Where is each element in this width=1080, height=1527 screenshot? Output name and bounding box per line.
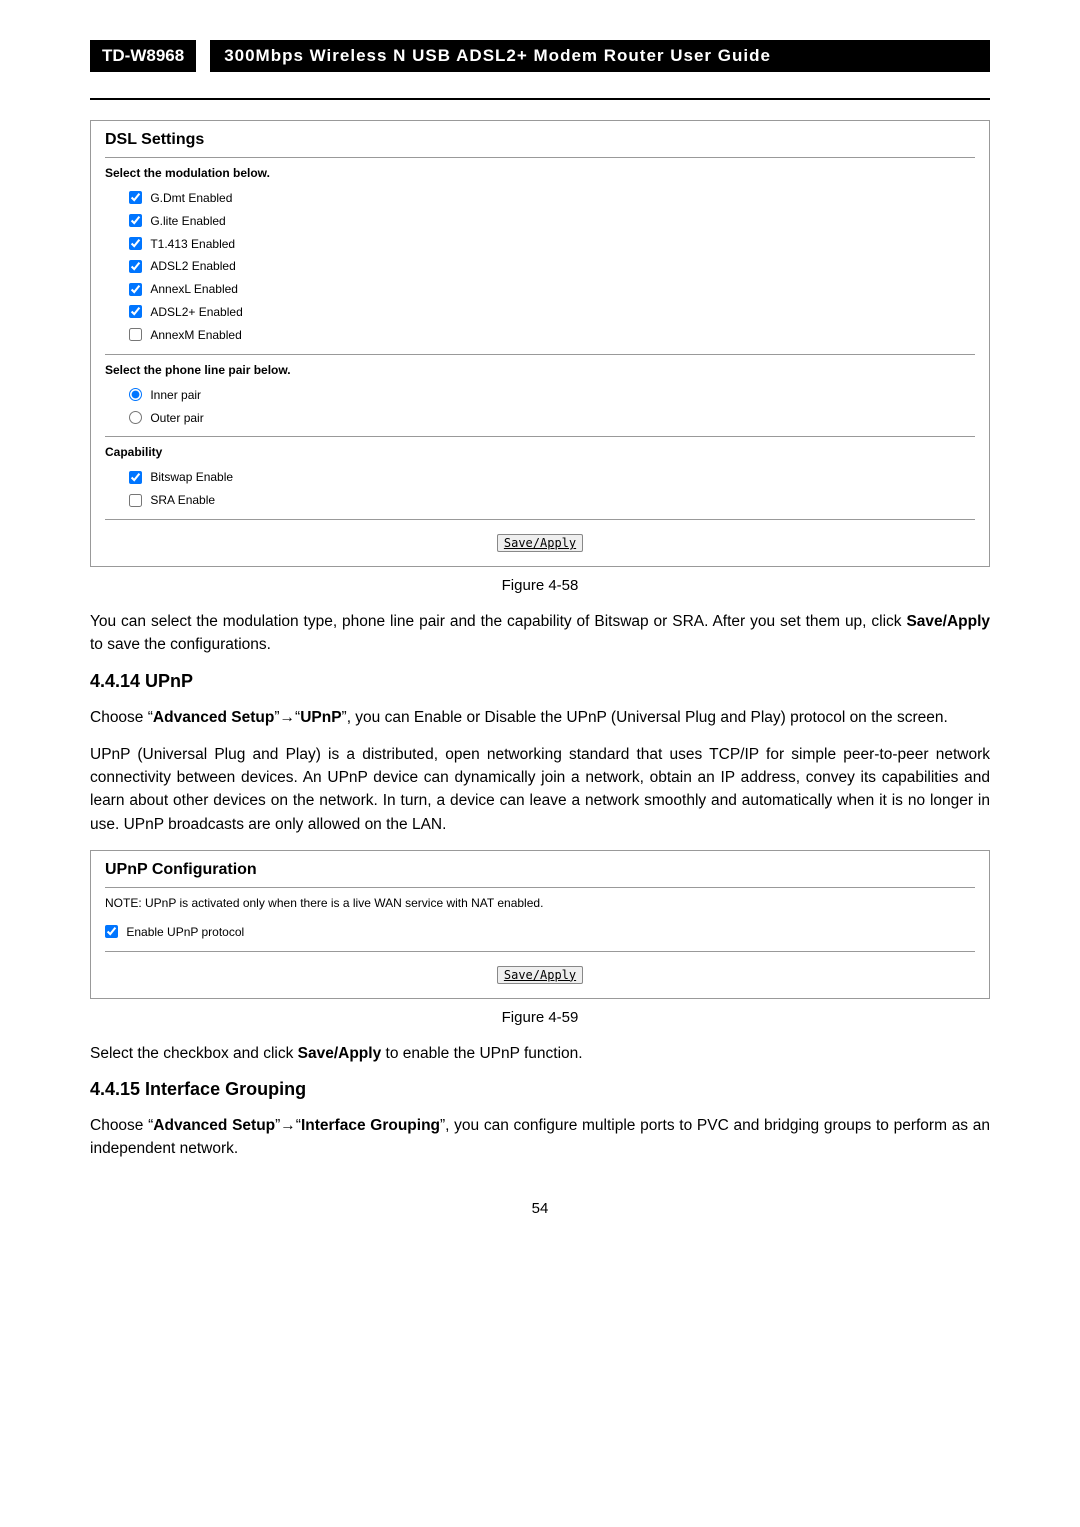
phone-outer-radio[interactable] <box>129 411 142 424</box>
cap-bitswap-row: Bitswap Enable <box>105 465 975 488</box>
upnp-panel-title: UPnP Configuration <box>105 861 975 879</box>
upnp-para: UPnP (Universal Plug and Play) is a dist… <box>90 743 990 836</box>
iface-choose-para: Choose “Advanced Setup”→“Interface Group… <box>90 1114 990 1161</box>
mod-annexl-label: AnnexL Enabled <box>150 282 238 296</box>
phone-inner-label: Inner pair <box>150 388 201 402</box>
cap-sra-label: SRA Enable <box>150 493 215 507</box>
mod-adsl2-checkbox[interactable] <box>129 260 142 273</box>
iface-choose-a: Choose “ <box>90 1117 153 1134</box>
cap-sra-checkbox[interactable] <box>129 494 142 507</box>
phone-outer-label: Outer pair <box>150 410 203 424</box>
upnp-choose-mid: ”→“ <box>274 709 300 726</box>
phone-heading: Select the phone line pair below. <box>105 363 975 377</box>
upnp-choose-b: ”, you can Enable or Disable the UPnP (U… <box>342 709 948 726</box>
capability-heading: Capability <box>105 445 975 459</box>
figure-4-59-caption: Figure 4-59 <box>90 1009 990 1026</box>
mod-adsl2-row: ADSL2 Enabled <box>105 254 975 277</box>
divider <box>105 157 975 158</box>
upnp-note: NOTE: UPnP is activated only when there … <box>105 896 975 910</box>
cap-sra-row: SRA Enable <box>105 488 975 511</box>
para-after-459-b: to enable the UPnP function. <box>381 1045 582 1062</box>
topbar-underline <box>90 98 990 100</box>
dsl-save-button[interactable]: Save/Apply <box>497 534 583 552</box>
upnp-enable-checkbox[interactable] <box>105 925 118 938</box>
upnp-choose-para: Choose “Advanced Setup”→“UPnP”, you can … <box>90 706 990 729</box>
heading-upnp: 4.4.14 UPnP <box>90 671 990 692</box>
para-after-459-bold: Save/Apply <box>298 1045 382 1062</box>
modulation-heading: Select the modulation below. <box>105 166 975 180</box>
topbar-model: TD-W8968 <box>90 40 196 72</box>
heading-interface: 4.4.15 Interface Grouping <box>90 1079 990 1100</box>
mod-annexm-row: AnnexM Enabled <box>105 323 975 346</box>
iface-choose-bold1: Advanced Setup <box>153 1117 275 1134</box>
mod-glite-label: G.lite Enabled <box>150 214 225 228</box>
mod-t1413-label: T1.413 Enabled <box>150 236 235 250</box>
divider <box>105 887 975 888</box>
upnp-panel: UPnP Configuration NOTE: UPnP is activat… <box>90 850 990 999</box>
mod-gdmt-label: G.Dmt Enabled <box>150 191 232 205</box>
phone-outer-row: Outer pair <box>105 406 975 429</box>
divider <box>105 436 975 437</box>
mod-t1413-row: T1.413 Enabled <box>105 232 975 255</box>
para-after-458: You can select the modulation type, phon… <box>90 610 990 657</box>
mod-gdmt-checkbox[interactable] <box>129 191 142 204</box>
page-number: 54 <box>90 1200 990 1217</box>
para-after-459-a: Select the checkbox and click <box>90 1045 298 1062</box>
mod-glite-checkbox[interactable] <box>129 214 142 227</box>
upnp-choose-bold2: UPnP <box>300 709 341 726</box>
mod-annexm-checkbox[interactable] <box>129 328 142 341</box>
divider <box>105 354 975 355</box>
cap-bitswap-label: Bitswap Enable <box>150 470 233 484</box>
figure-4-58-caption: Figure 4-58 <box>90 577 990 594</box>
para-after-459: Select the checkbox and click Save/Apply… <box>90 1042 990 1065</box>
mod-glite-row: G.lite Enabled <box>105 209 975 232</box>
topbar-title: 300Mbps Wireless N USB ADSL2+ Modem Rout… <box>210 40 990 72</box>
para-after-458-a: You can select the modulation type, phon… <box>90 613 906 630</box>
mod-adsl2p-row: ADSL2+ Enabled <box>105 300 975 323</box>
mod-annexm-label: AnnexM Enabled <box>150 328 241 342</box>
upnp-enable-label: Enable UPnP protocol <box>126 925 244 939</box>
mod-annexl-row: AnnexL Enabled <box>105 277 975 300</box>
mod-gdmt-row: G.Dmt Enabled <box>105 186 975 209</box>
para-after-458-bold: Save/Apply <box>906 613 990 630</box>
iface-choose-mid: ”→“ <box>275 1117 301 1134</box>
dsl-settings-panel: DSL Settings Select the modulation below… <box>90 120 990 567</box>
divider <box>105 951 975 952</box>
topbar: TD-W8968 300Mbps Wireless N USB ADSL2+ M… <box>90 40 990 72</box>
mod-adsl2p-label: ADSL2+ Enabled <box>150 305 242 319</box>
divider <box>105 519 975 520</box>
mod-annexl-checkbox[interactable] <box>129 283 142 296</box>
mod-adsl2-label: ADSL2 Enabled <box>150 259 235 273</box>
upnp-choose-a: Choose “ <box>90 709 153 726</box>
cap-bitswap-checkbox[interactable] <box>129 471 142 484</box>
phone-inner-row: Inner pair <box>105 383 975 406</box>
dsl-settings-title: DSL Settings <box>105 131 975 149</box>
phone-inner-radio[interactable] <box>129 388 142 401</box>
para-after-458-b: to save the configurations. <box>90 636 271 653</box>
iface-choose-bold2: Interface Grouping <box>301 1117 440 1134</box>
upnp-save-button[interactable]: Save/Apply <box>497 966 583 984</box>
upnp-choose-bold1: Advanced Setup <box>153 709 274 726</box>
mod-adsl2p-checkbox[interactable] <box>129 305 142 318</box>
mod-t1413-checkbox[interactable] <box>129 237 142 250</box>
